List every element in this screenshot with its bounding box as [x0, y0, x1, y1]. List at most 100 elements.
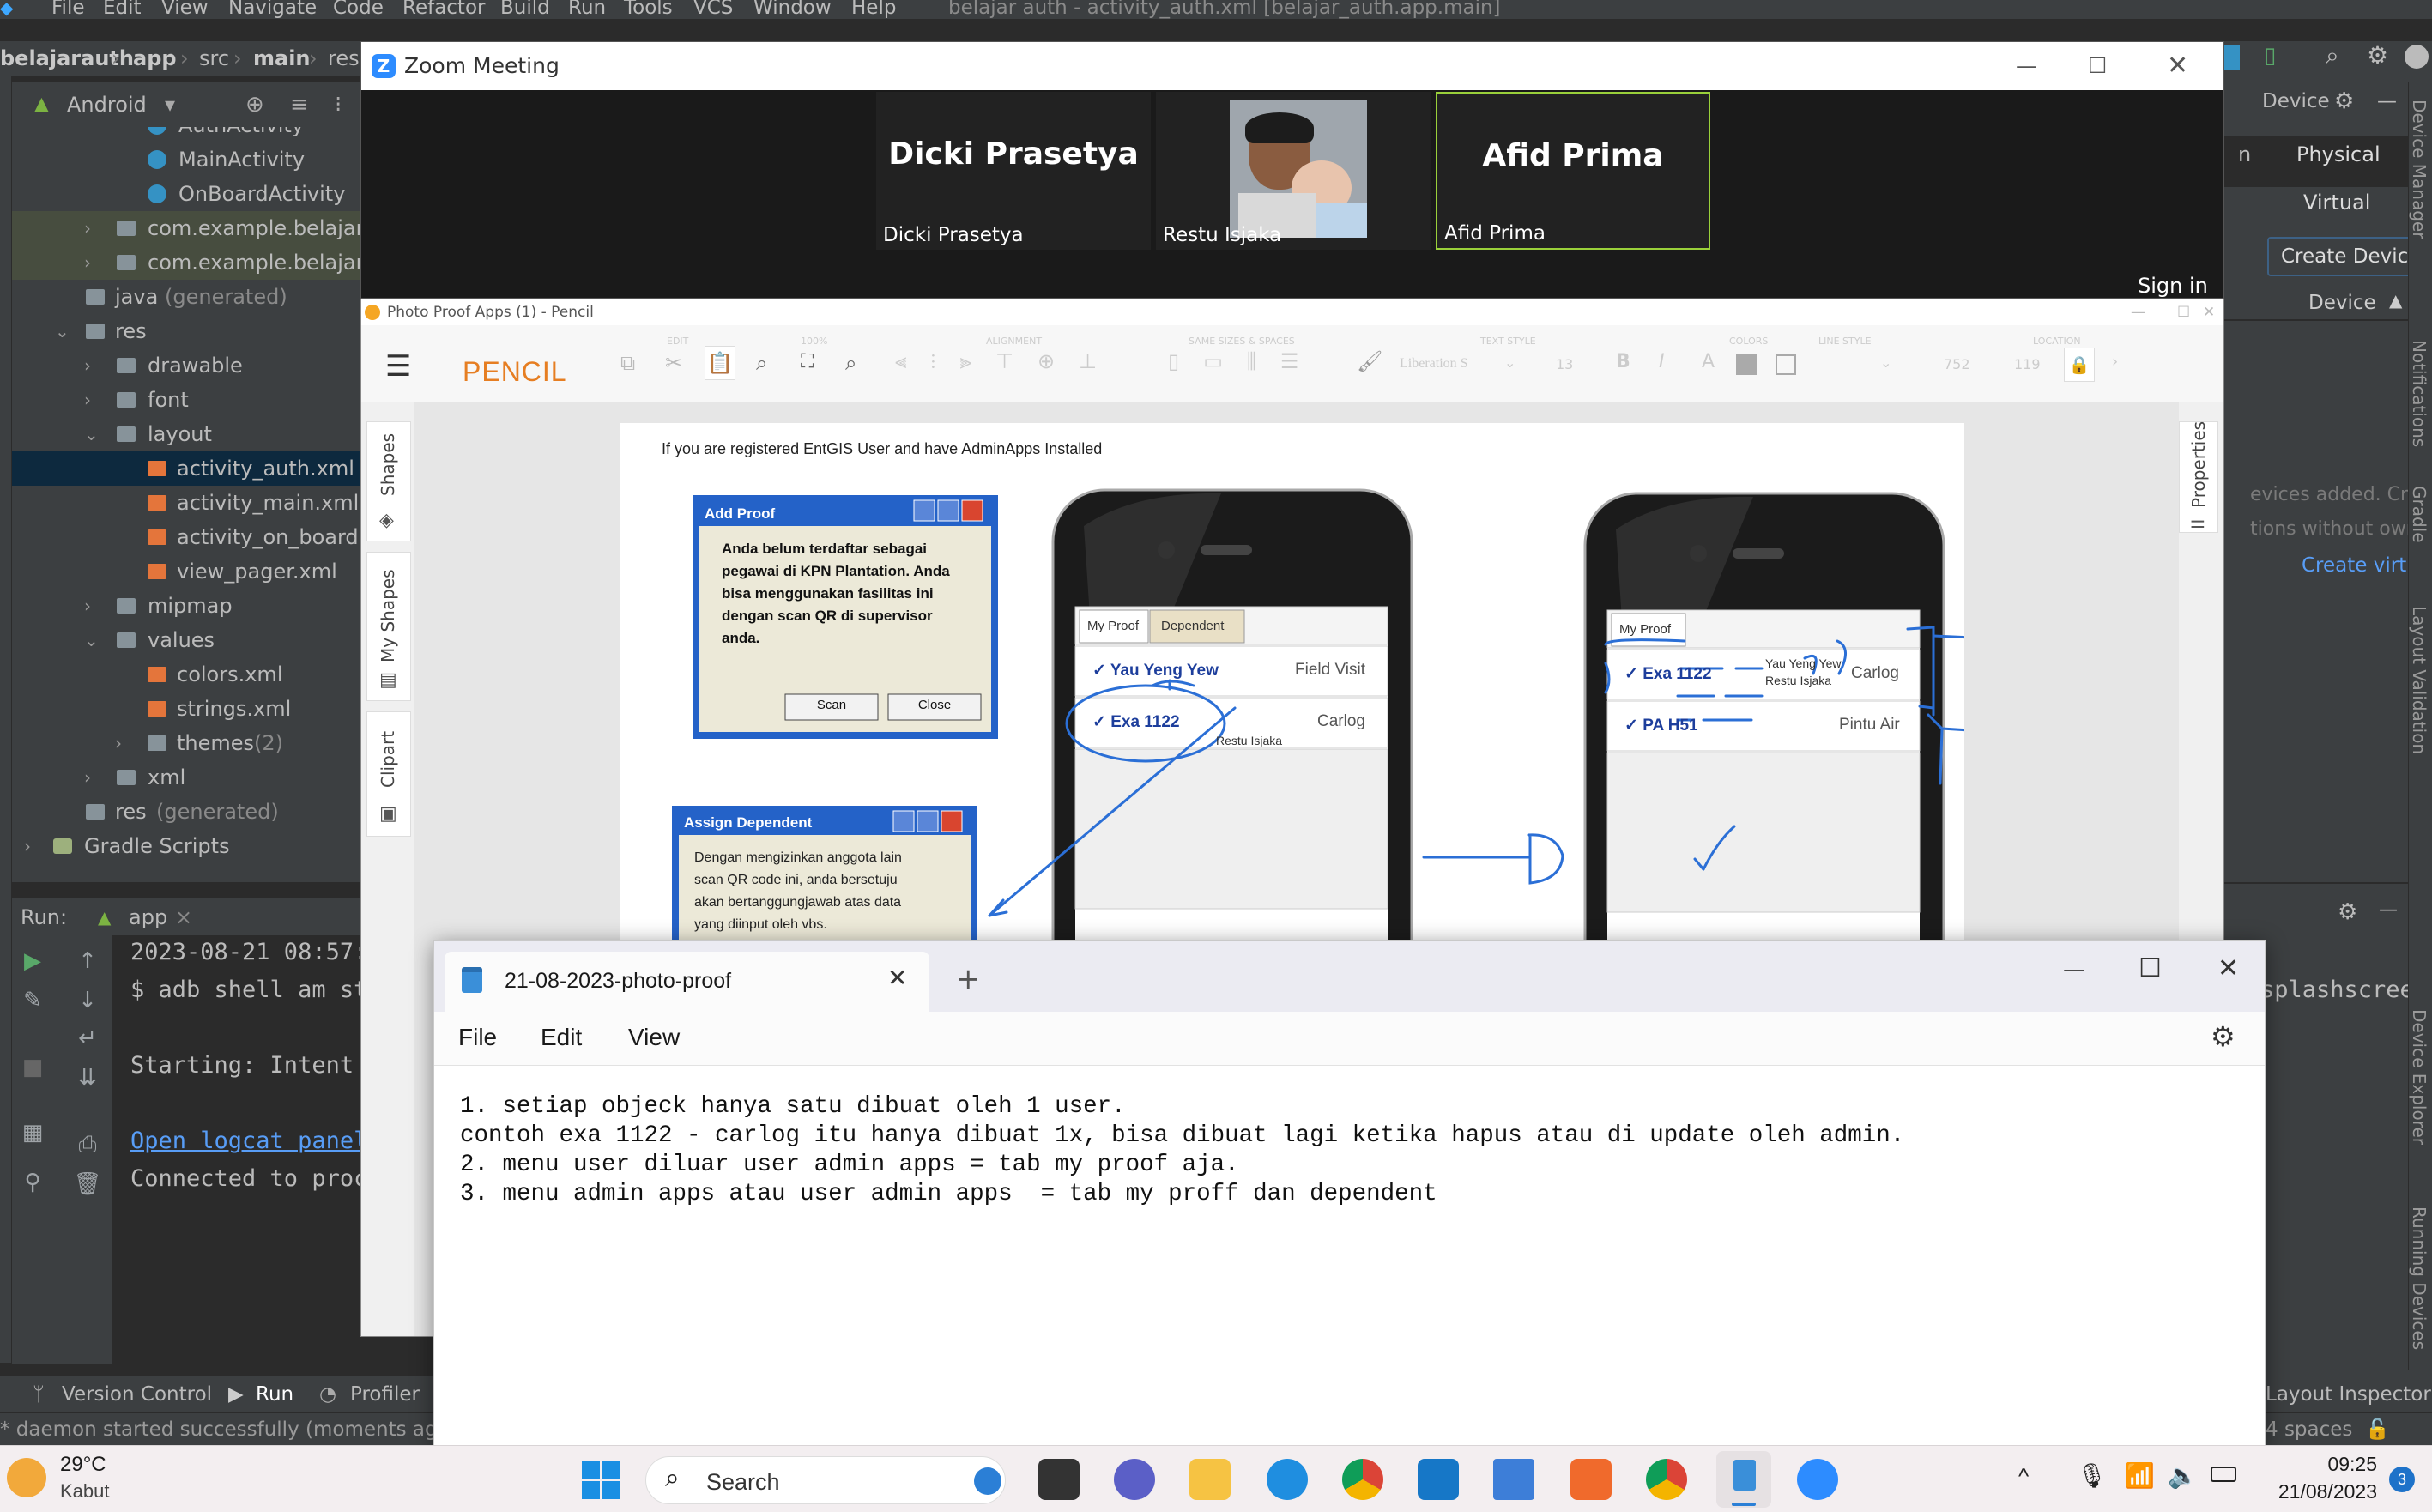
- gear-icon[interactable]: ⚙: [2211, 1020, 2235, 1053]
- new-tab-icon[interactable]: +: [956, 962, 981, 996]
- account-icon[interactable]: [2405, 45, 2429, 69]
- layout-inspector-tab[interactable]: Layout Inspector: [2266, 1376, 2431, 1412]
- tree-item[interactable]: res (generated): [12, 795, 360, 829]
- tab-physical[interactable]: Physical: [2296, 142, 2381, 166]
- chevron-down-icon[interactable]: ⌄: [84, 417, 99, 451]
- device-explorer-tab[interactable]: Device Explorer: [2409, 1009, 2429, 1145]
- print-icon[interactable]: ⎙: [70, 1128, 105, 1162]
- menu-code[interactable]: Code: [333, 0, 384, 18]
- notepad-text-area[interactable]: 1. setiap objeck hanya satu dibuat oleh …: [434, 1065, 2265, 1448]
- sizing-icons[interactable]: ▯▭⫼☰: [1168, 349, 1322, 373]
- android-studio-icon[interactable]: [1493, 1459, 1534, 1500]
- tab-properties[interactable]: Properties ⚌: [2179, 421, 2218, 533]
- format-painter-icon[interactable]: 🖌: [1357, 349, 1382, 373]
- scroll-to-end-icon[interactable]: ⇊: [70, 1061, 105, 1095]
- chevron-down-icon[interactable]: ▾: [165, 82, 175, 127]
- scan-button[interactable]: Scan: [785, 698, 878, 712]
- tree-item[interactable]: activity_on_board.xml: [12, 520, 360, 554]
- menu-tools[interactable]: Tools: [624, 0, 673, 18]
- device-icon[interactable]: ▯: [2264, 43, 2276, 69]
- chat-icon[interactable]: [1114, 1459, 1155, 1500]
- text-color-icon[interactable]: A: [1702, 351, 1715, 372]
- minimize-button[interactable]: —: [2131, 299, 2145, 325]
- create-virtual-device-link[interactable]: Create virtu: [2302, 554, 2419, 577]
- close-button[interactable]: ✕: [2217, 953, 2239, 983]
- maximize-button[interactable]: ☐: [2088, 42, 2107, 90]
- bold-icon[interactable]: B: [1616, 351, 1630, 372]
- maximize-button[interactable]: ☐: [2139, 953, 2162, 983]
- version-control-tab[interactable]: Version Control: [62, 1376, 212, 1412]
- location-y-field[interactable]: 119: [2014, 356, 2041, 372]
- chevron-down-icon[interactable]: ⌄: [84, 623, 99, 657]
- chevron-right-icon[interactable]: ›: [84, 760, 91, 795]
- menu-file[interactable]: File: [51, 0, 85, 18]
- tab-virtual[interactable]: Virtual: [2303, 191, 2370, 215]
- tree-item[interactable]: › themes (2): [12, 726, 360, 760]
- chrome-icon[interactable]: [1342, 1459, 1383, 1500]
- minimize-button[interactable]: —: [2063, 957, 2085, 983]
- sign-in-link[interactable]: Sign in: [2138, 274, 2208, 298]
- tree-item[interactable]: ›com.example.belajarauth: [12, 245, 360, 280]
- tab-dependent[interactable]: Dependent: [1161, 619, 1224, 633]
- close-icon[interactable]: ×: [175, 898, 192, 936]
- trash-icon[interactable]: 🗑: [70, 1167, 105, 1201]
- location-x-field[interactable]: 752: [1944, 356, 1970, 372]
- breadcrumb-res[interactable]: res: [328, 41, 360, 76]
- alignment-icons[interactable]: ⫷⫶⫸⊤⊕⊥: [895, 349, 1121, 373]
- pin-icon[interactable]: ⚲: [15, 1165, 50, 1200]
- menu-navigate[interactable]: Navigate: [228, 0, 317, 18]
- close-dialog-button[interactable]: Close: [888, 698, 981, 712]
- fill-color-icon[interactable]: [1736, 354, 1757, 375]
- minimize-icon[interactable]: —: [2377, 82, 2397, 120]
- close-tab-icon[interactable]: ✕: [887, 964, 907, 992]
- notepad-tab[interactable]: 21-08-2023-photo-proof ✕: [445, 952, 929, 1012]
- font-family-select[interactable]: Liberation S: [1400, 356, 1468, 372]
- vscode-icon[interactable]: [1418, 1459, 1459, 1500]
- participant-tile-active-speaker[interactable]: Afid Prima Afid Prima: [1436, 92, 1710, 250]
- tab-my-shapes[interactable]: My Shapes ▤: [366, 552, 411, 701]
- chevron-down-icon[interactable]: ⌄: [55, 314, 70, 348]
- volume-icon[interactable]: 🔈: [2168, 1461, 2198, 1490]
- gear-icon[interactable]: ⚙: [2338, 899, 2357, 925]
- tree-item-selected[interactable]: activity_auth.xml: [12, 451, 360, 486]
- gradle-tab[interactable]: Gradle: [2409, 486, 2429, 543]
- menu-vcs[interactable]: VCS: [693, 0, 733, 18]
- chevron-right-icon[interactable]: ›: [115, 726, 122, 760]
- menu-file[interactable]: File: [458, 1024, 497, 1051]
- menu-edit[interactable]: Edit: [103, 0, 142, 18]
- notepad-taskbar-active[interactable]: [1716, 1451, 1771, 1508]
- chevron-right-icon[interactable]: ›: [24, 829, 31, 863]
- task-view-icon[interactable]: [1038, 1459, 1080, 1500]
- tree-item[interactable]: › drawable: [12, 348, 360, 383]
- zoom-in-icon[interactable]: ⌕: [756, 351, 767, 375]
- tree-item[interactable]: OnBoardActivity: [12, 177, 360, 211]
- chevron-up-icon[interactable]: ^: [2018, 1463, 2029, 1490]
- close-button[interactable]: ✕: [2203, 299, 2215, 325]
- microphone-icon[interactable]: 🎙: [2077, 1461, 2108, 1490]
- rerun-icon[interactable]: ▶: [15, 944, 50, 978]
- weather-description[interactable]: Kabut: [60, 1480, 110, 1503]
- xampp-icon[interactable]: [1570, 1459, 1612, 1500]
- hamburger-menu-icon[interactable]: ☰: [385, 349, 411, 384]
- tree-item[interactable]: view_pager.xml: [12, 554, 360, 589]
- tree-item[interactable]: › xml: [12, 760, 360, 795]
- locate-icon[interactable]: ⊕: [245, 82, 264, 127]
- file-explorer-icon[interactable]: [1189, 1459, 1231, 1500]
- copy-icon[interactable]: ⧉: [620, 351, 635, 375]
- tab-clipart[interactable]: Clipart ▣: [366, 711, 411, 837]
- chevron-right-icon[interactable]: ›: [84, 348, 91, 383]
- battery-icon[interactable]: [2211, 1467, 2236, 1482]
- tree-item[interactable]: ⌄ values: [12, 623, 360, 657]
- tree-item[interactable]: › font: [12, 383, 360, 417]
- chevron-right-icon[interactable]: ›: [84, 589, 91, 623]
- gear-icon[interactable]: ⚙: [2334, 82, 2354, 120]
- stop-icon[interactable]: ■: [15, 1050, 50, 1085]
- tree-item[interactable]: activity_main.xml: [12, 486, 360, 520]
- tree-item[interactable]: AuthActivity: [12, 127, 360, 142]
- taskbar-search-box[interactable]: ⌕ Search: [645, 1456, 1006, 1504]
- layout-icon[interactable]: ▦: [15, 1116, 50, 1150]
- device-column-header[interactable]: Device: [2308, 292, 2376, 314]
- wifi-icon[interactable]: 📶: [2125, 1461, 2155, 1490]
- indent-setting[interactable]: 4 spaces: [2266, 1413, 2352, 1446]
- profiler-tab[interactable]: Profiler: [350, 1376, 420, 1412]
